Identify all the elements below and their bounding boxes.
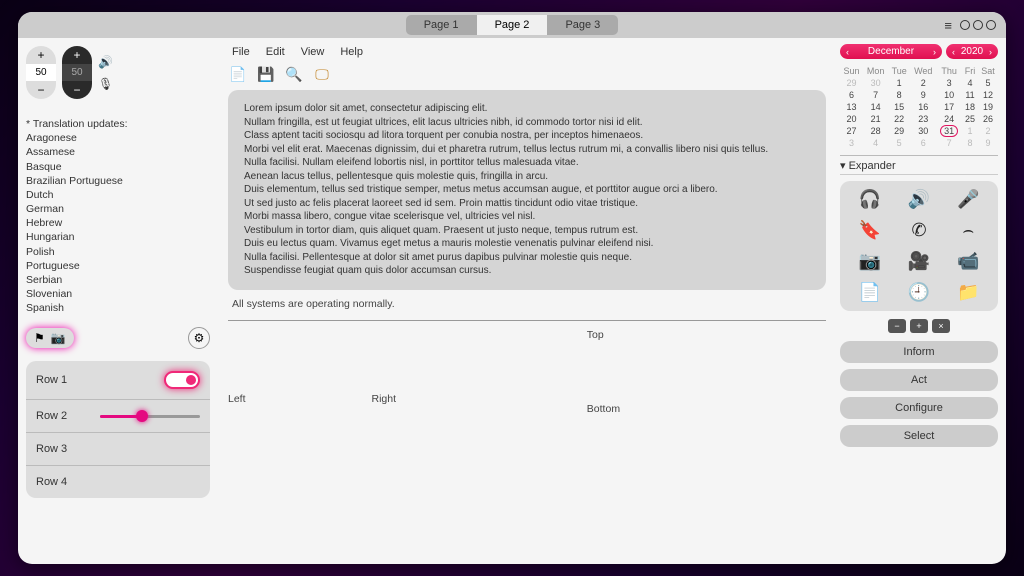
row-1[interactable]: Row 1 bbox=[26, 361, 210, 400]
menu-edit[interactable]: Edit bbox=[266, 46, 285, 58]
menu-file[interactable]: File bbox=[232, 46, 250, 58]
screen-icon[interactable]: 🖵 bbox=[312, 64, 332, 84]
stepper-light-value: 50 bbox=[26, 64, 56, 81]
save-icon[interactable]: 💾 bbox=[256, 64, 276, 84]
pos-right: Right bbox=[372, 393, 397, 405]
list-item: Aragonese bbox=[26, 131, 210, 145]
act-button[interactable]: Act bbox=[840, 369, 998, 391]
stepper-dark-plus[interactable]: + bbox=[62, 46, 92, 64]
speaker-icon[interactable]: 🔊 bbox=[908, 189, 930, 210]
calendar[interactable]: SunMonTueWedThuFriSat2930123456789101112… bbox=[840, 65, 998, 149]
stepper-dark-minus[interactable]: − bbox=[62, 81, 92, 99]
folder-icon[interactable]: 📁 bbox=[957, 282, 979, 303]
calendar-month[interactable]: ‹December› bbox=[840, 44, 942, 59]
doc-icon[interactable]: 📄 bbox=[228, 64, 248, 84]
page-tabs: Page 1 Page 2 Page 3 bbox=[406, 15, 619, 35]
rows-card: Row 1 Row 2 Row 3 Row 4 bbox=[26, 361, 210, 498]
list-item: Slovenian bbox=[26, 287, 210, 301]
stepper-dark[interactable]: + 50 − bbox=[62, 46, 92, 99]
select-button[interactable]: Select bbox=[840, 425, 998, 447]
mini-minus[interactable]: − bbox=[888, 319, 906, 333]
stepper-dark-value: 50 bbox=[62, 64, 92, 81]
microphone-icon[interactable]: 🎤 bbox=[957, 189, 979, 210]
configure-button[interactable]: Configure bbox=[840, 397, 998, 419]
calendar-year[interactable]: ‹2020› bbox=[946, 44, 998, 59]
tab-page-3[interactable]: Page 3 bbox=[547, 15, 618, 35]
expander[interactable]: ▾ Expander bbox=[840, 155, 998, 175]
stepper-light-plus[interactable]: + bbox=[26, 46, 56, 64]
row-2-slider[interactable] bbox=[100, 415, 200, 418]
list-item: Dutch bbox=[26, 188, 210, 202]
mic-icon: 🎙 bbox=[98, 77, 113, 91]
menu-view[interactable]: View bbox=[301, 46, 325, 58]
menu-help[interactable]: Help bbox=[340, 46, 363, 58]
window-header: Page 1 Page 2 Page 3 ≡ bbox=[18, 12, 1006, 38]
headphones-icon[interactable]: 🎧 bbox=[858, 189, 880, 210]
text-card: Lorem ipsum dolor sit amet, consectetur … bbox=[228, 90, 826, 290]
phone-icon[interactable]: ✆ bbox=[911, 220, 926, 241]
toolbar: 📄 💾 🔍 🖵 bbox=[228, 60, 826, 90]
list-item: Hebrew bbox=[26, 216, 210, 230]
mini-plus[interactable]: + bbox=[910, 319, 928, 333]
newdoc-icon[interactable]: 📄 bbox=[858, 282, 880, 303]
list-item: Polish bbox=[26, 245, 210, 259]
photo-icon[interactable]: 📷 bbox=[858, 251, 880, 272]
clock-icon[interactable]: 🕘 bbox=[908, 282, 930, 303]
bookmark-icon[interactable]: 🔖 bbox=[858, 220, 880, 241]
stepper-light-minus[interactable]: − bbox=[26, 81, 56, 99]
tab-page-2[interactable]: Page 2 bbox=[477, 15, 548, 35]
mini-buttons: − + × bbox=[840, 317, 998, 335]
window-controls[interactable] bbox=[960, 20, 996, 30]
pos-left: Left bbox=[228, 393, 246, 405]
hangup-icon[interactable]: ⌢ bbox=[962, 220, 974, 241]
status-text: All systems are operating normally. bbox=[228, 290, 826, 318]
list-item: German bbox=[26, 202, 210, 216]
camcorder-icon[interactable]: 📹 bbox=[957, 251, 979, 272]
icon-grid: 🎧 🔊 🎤 🔖 ✆ ⌢ 📷 🎥 📹 📄 🕘 📁 bbox=[840, 181, 998, 311]
camera-icon[interactable]: 📷 bbox=[51, 331, 66, 345]
video-icon[interactable]: 🎥 bbox=[908, 251, 930, 272]
pos-top: Top bbox=[587, 329, 604, 341]
inform-button[interactable]: Inform bbox=[840, 341, 998, 363]
volume-icon: 🔊 bbox=[98, 55, 113, 69]
list-item: Brazilian Portuguese bbox=[26, 174, 210, 188]
list-item: Spanish bbox=[26, 301, 210, 315]
row-2[interactable]: Row 2 bbox=[26, 400, 210, 433]
menu-bar: File Edit View Help bbox=[228, 44, 826, 60]
pos-bottom: Bottom bbox=[587, 403, 620, 415]
gear-icon: ⚙ bbox=[194, 331, 205, 345]
hamburger-icon[interactable]: ≡ bbox=[944, 18, 952, 33]
translation-list: * Translation updates: AragoneseAssamese… bbox=[26, 117, 210, 315]
gear-button[interactable]: ⚙ bbox=[188, 327, 210, 349]
stepper-light[interactable]: + 50 − bbox=[26, 46, 56, 99]
position-labels: Top Left Right Bottom bbox=[228, 323, 826, 559]
tab-page-1[interactable]: Page 1 bbox=[406, 15, 477, 35]
icon-pill[interactable]: ⚑ 📷 bbox=[26, 328, 74, 348]
divider bbox=[228, 320, 826, 321]
list-item: Portuguese bbox=[26, 259, 210, 273]
list-item: Assamese bbox=[26, 145, 210, 159]
mini-close[interactable]: × bbox=[932, 319, 950, 333]
row-3[interactable]: Row 3 bbox=[26, 433, 210, 466]
row-4[interactable]: Row 4 bbox=[26, 466, 210, 498]
row-1-switch[interactable] bbox=[164, 371, 200, 389]
list-item: Basque bbox=[26, 160, 210, 174]
search-icon[interactable]: 🔍 bbox=[284, 64, 304, 84]
flag-icon[interactable]: ⚑ bbox=[34, 331, 45, 345]
list-item: Hungarian bbox=[26, 230, 210, 244]
list-item: Serbian bbox=[26, 273, 210, 287]
